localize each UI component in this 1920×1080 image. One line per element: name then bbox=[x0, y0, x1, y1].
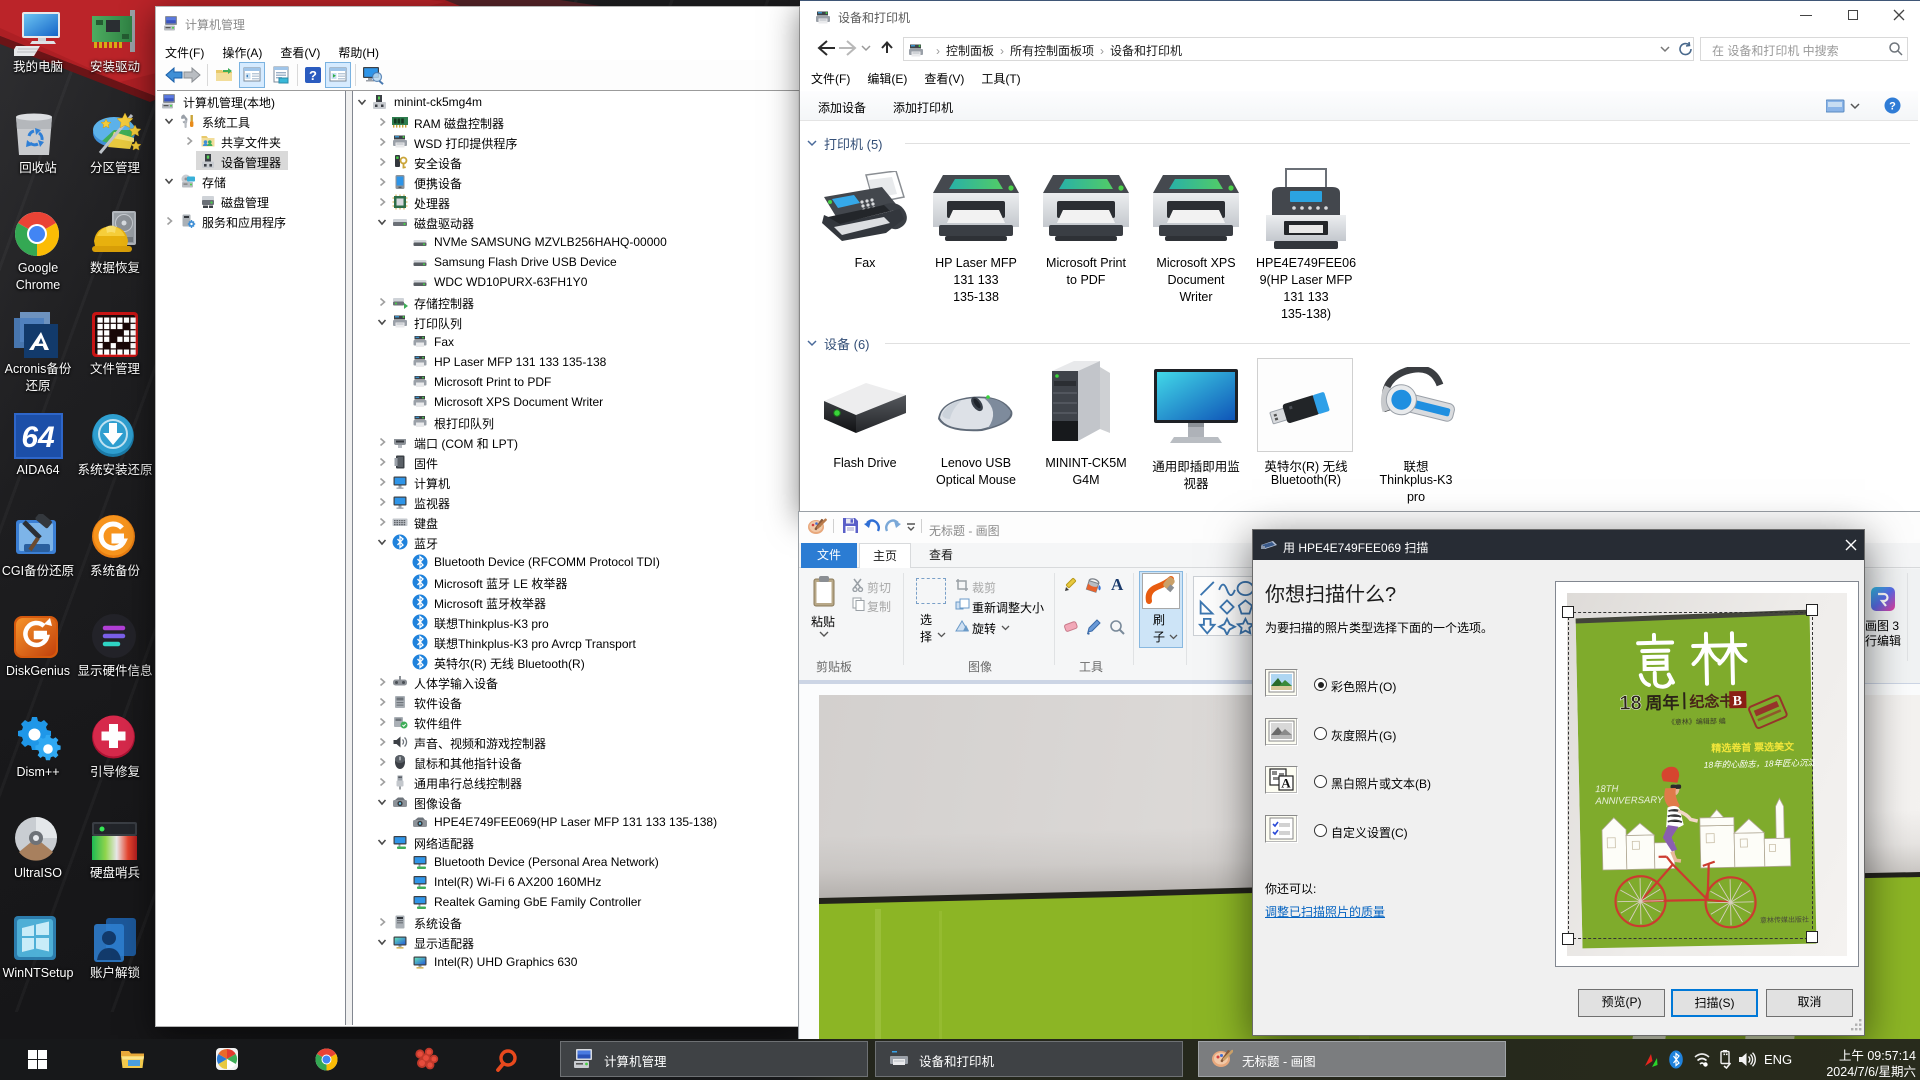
svg-text:?: ? bbox=[1889, 101, 1896, 113]
svg-text:?: ? bbox=[309, 68, 317, 83]
svg-text:64: 64 bbox=[21, 421, 55, 454]
svg-text:A: A bbox=[1281, 776, 1291, 791]
